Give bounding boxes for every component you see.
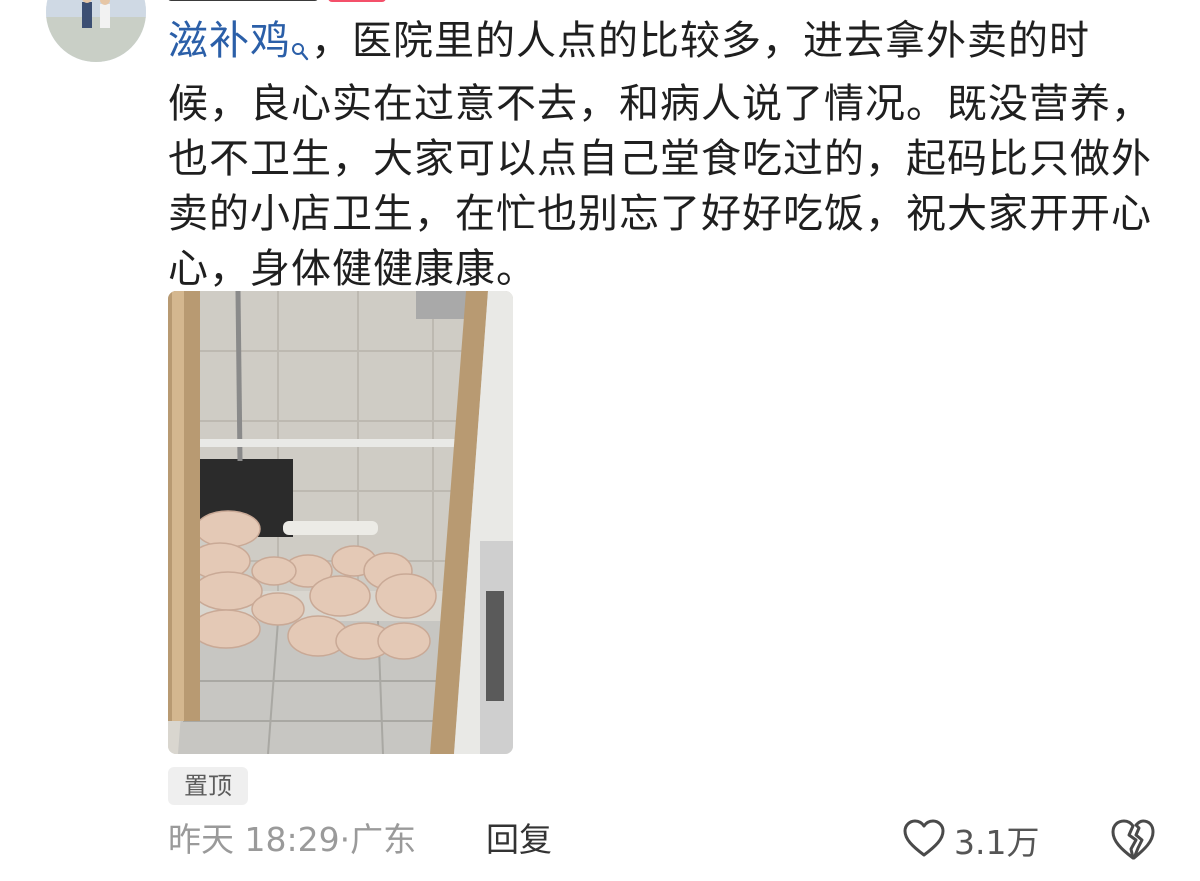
reply-button[interactable]: 回复: [486, 813, 552, 867]
comment-body: ，医院里的人点的比较多，进去拿外卖的时候，良心实在过意不去，和病人说了情况。既没…: [168, 18, 1152, 292]
comment-text: 滋补鸡 ，医院里的人点的比较多，进去拿外卖的时候，良心实在过意不去，和病人说了情况…: [168, 14, 1158, 297]
pinned-tag: 置顶: [168, 767, 248, 805]
comment-location: 广东: [350, 820, 417, 859]
meta-separator: ·: [339, 820, 351, 859]
user-badge-cut-off: [328, 0, 386, 2]
broken-heart-icon[interactable]: [1110, 819, 1156, 865]
comment-photo[interactable]: [168, 291, 513, 754]
heart-outline-icon[interactable]: [902, 818, 946, 862]
like-count: 3.1万: [954, 823, 1040, 862]
username-row-cut-off: [168, 0, 386, 4]
dislike-button[interactable]: [1110, 817, 1156, 863]
topic-link-label[interactable]: 滋补鸡: [168, 18, 291, 64]
comment-footer: 昨天 18:29·广东 回复 3.1万: [168, 813, 1158, 867]
comment-time: 昨天 18:29: [168, 820, 340, 859]
avatar[interactable]: [46, 0, 146, 62]
comment-meta: 昨天 18:29·广东: [168, 813, 416, 867]
like-button[interactable]: 3.1万: [902, 813, 1039, 867]
search-icon[interactable]: [291, 22, 309, 77]
username-cut-off[interactable]: [168, 0, 318, 1]
comment-item: 滋补鸡 ，医院里的人点的比较多，进去拿外卖的时候，良心实在过意不去，和病人说了情况…: [0, 0, 1200, 881]
topic-link[interactable]: 滋补鸡: [168, 18, 311, 64]
